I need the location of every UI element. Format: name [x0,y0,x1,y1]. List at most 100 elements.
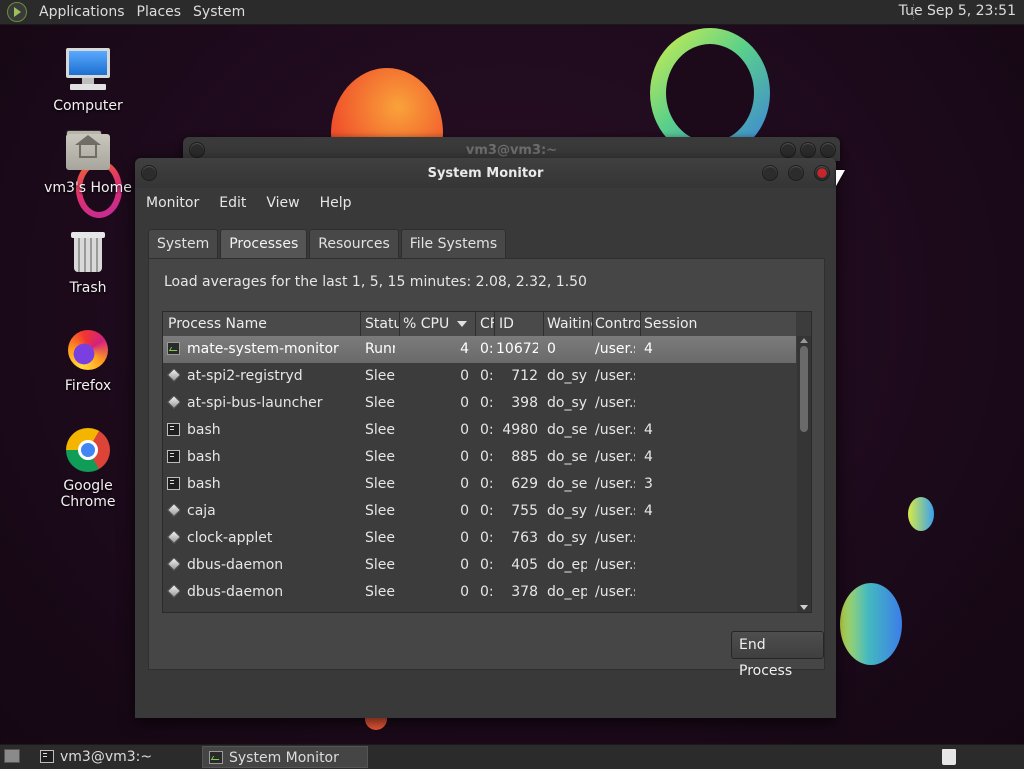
process-table: Process Name Statu % CPU CF ID Waiting C… [162,311,812,613]
minimize-button[interactable] [780,142,796,158]
process-name: at-spi2-registryd [187,368,303,384]
table-row[interactable]: caja Sleep 0 0: 755 do_sys /user.s 4 [163,498,796,525]
desktop-icon-computer[interactable]: Computer [38,46,138,114]
desktop-icon-chrome[interactable]: Google Chrome [38,426,138,510]
column-header-control-group[interactable]: Contro [595,316,641,332]
desktop-icon-label: Google Chrome [60,478,116,510]
menu-help[interactable]: Help [310,195,362,211]
process-name: caja [187,503,216,519]
desktop-icon-home[interactable]: vm3's Home [38,128,138,196]
titlebar[interactable]: System Monitor [135,158,836,188]
process-icon [167,558,180,571]
process-cpu: 0 [460,449,469,465]
process-waiting: 0 [547,341,556,357]
table-row[interactable]: at-spi2-registryd Sleep 0 0: 712 do_sys … [163,363,796,390]
column-divider [475,312,476,336]
taskbar-item-terminal[interactable]: vm3@vm3:~ [34,746,220,768]
desktop-icon-label: Firefox [64,378,112,394]
menu-view[interactable]: View [256,195,309,211]
scroll-up-icon[interactable] [800,338,808,343]
table-row[interactable]: bash Sleep 0 0: 885 do_sel /user.s 4 [163,444,796,471]
firefox-icon [64,326,112,374]
close-button[interactable] [814,165,830,181]
process-id: 885 [511,449,538,465]
menu-edit[interactable]: Edit [209,195,256,211]
process-status: Runn [365,341,395,357]
process-name: dbus-daemon [187,584,284,600]
menu-places[interactable]: Places [131,4,188,20]
clock[interactable]: Tue Sep 5, 23:51 [899,3,1016,19]
tab-processes[interactable]: Processes [220,229,308,258]
menu-applications[interactable]: Applications [33,4,131,20]
process-cpu-time: 0: [480,395,492,411]
column-divider [592,312,593,336]
process-control-group: /user.s [595,557,635,573]
process-icon [167,369,180,382]
process-id: 405 [511,557,538,573]
end-process-button[interactable]: End Process [731,631,824,679]
table-row[interactable]: dbus-daemon Sleep 0 0: 405 do_ep /user.s [163,552,796,579]
taskbar-item-label: System Monitor [229,750,339,766]
column-header-status[interactable]: Statu [365,316,399,332]
wallpaper-big-egg [840,583,902,665]
table-row[interactable]: bash Sleep 0 0: 4980 do_sel /user.s 4 [163,417,796,444]
terminal-icon [167,477,180,490]
desktop-icon-firefox[interactable]: Firefox [38,326,138,394]
process-session: 4 [644,449,653,465]
tab-file-systems[interactable]: File Systems [400,229,507,258]
maximize-button[interactable] [788,165,804,181]
table-row[interactable]: at-spi-bus-launcher Sleep 0 0: 398 do_sy… [163,390,796,417]
tab-system[interactable]: System [148,229,219,258]
process-status: Sleep [365,503,395,519]
taskbar-item-system-monitor[interactable]: System Monitor [202,746,368,768]
process-id: 712 [511,368,538,384]
column-header-cpu[interactable]: % CPU [403,316,453,332]
process-status: Sleep [365,584,395,600]
process-control-group: /user.s [595,341,635,357]
table-row[interactable]: dbus-daemon Sleep 0 0: 378 do_ep /user.s [163,579,796,606]
process-cpu-time: 0: [480,476,492,492]
column-header-id[interactable]: ID [499,316,539,332]
trash-applet-icon[interactable] [942,749,956,765]
process-cpu-time: 0: [480,368,492,384]
scrollbar-thumb[interactable] [800,346,808,432]
table-row[interactable]: clock-applet Sleep 0 0: 763 do_sys /user… [163,525,796,552]
menu-system[interactable]: System [187,4,251,20]
process-session: 3 [644,476,653,492]
process-id: 763 [511,530,538,546]
menu-monitor[interactable]: Monitor [135,195,209,211]
process-control-group: /user.s [595,368,635,384]
process-waiting: do_sys [547,530,587,546]
maximize-button[interactable] [800,142,816,158]
column-header-process-name[interactable]: Process Name [168,316,358,332]
mate-logo-icon[interactable] [7,2,27,22]
process-control-group: /user.s [595,476,635,492]
process-control-group: /user.s [595,395,635,411]
column-header-session[interactable]: Session [644,316,724,332]
process-id: 10672 [496,341,538,357]
menubar: Monitor Edit View Help [135,188,836,218]
table-row[interactable]: mate-system-monitor Runn 4 0: 10672 0 /u… [163,336,796,363]
system-monitor-icon [209,751,223,764]
table-row[interactable]: bash Sleep 0 0: 629 do_sel /user.s 3 [163,471,796,498]
process-waiting: do_sys [547,503,587,519]
terminal-icon [40,750,54,763]
process-status: Sleep [365,530,395,546]
column-header-cpu-time[interactable]: CF [480,316,494,332]
desktop-icon-trash[interactable]: Trash [38,228,138,296]
process-name: bash [187,449,221,465]
minimize-button[interactable] [762,165,778,181]
process-icon [167,396,180,409]
tab-resources[interactable]: Resources [309,229,399,258]
process-status: Sleep [365,476,395,492]
system-monitor-icon [167,342,180,355]
process-cpu: 4 [460,341,469,357]
process-id: 4980 [502,422,538,438]
process-id: 378 [511,584,538,600]
close-button[interactable] [820,142,836,158]
column-header-waiting[interactable]: Waiting [547,316,593,332]
show-desktop-icon[interactable] [4,749,20,763]
scroll-down-icon[interactable] [800,605,808,610]
vertical-scrollbar[interactable] [797,336,811,612]
process-cpu-time: 0: [480,530,492,546]
